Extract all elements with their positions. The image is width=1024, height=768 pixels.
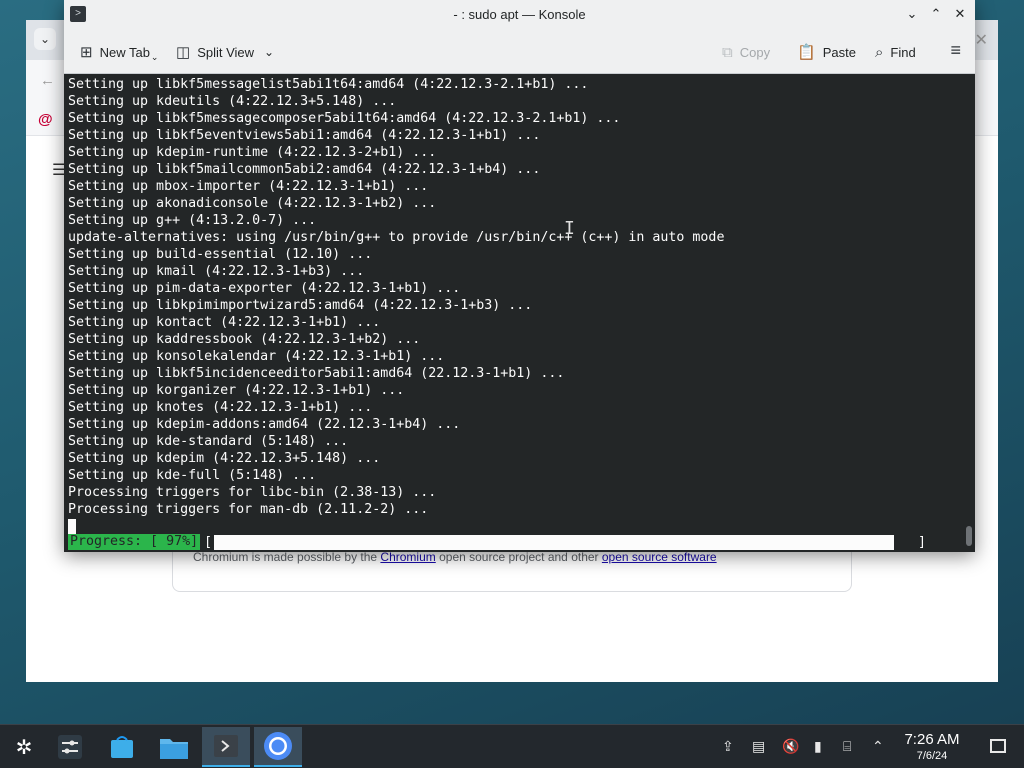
terminal-line: Setting up konsolekalendar (4:22.12.3-1+…	[68, 349, 445, 364]
text-cursor-ibeam-icon: I	[564, 218, 575, 239]
find-label: Find	[890, 44, 916, 60]
terminal-line: Setting up knotes (4:22.12.3-1+b1) ...	[68, 400, 373, 415]
progress-bar	[214, 535, 894, 550]
paste-label: Paste	[822, 44, 856, 60]
network-icon[interactable]: ⌸	[843, 738, 851, 755]
copy-button[interactable]: ⧉ Copy	[722, 40, 770, 64]
terminal-scrollbar[interactable]	[963, 74, 975, 552]
terminal-line: Setting up libkpimimportwizard5:amd64 (4…	[68, 298, 533, 313]
copy-icon: ⧉	[722, 43, 733, 61]
terminal-line: Setting up kde-full (5:148) ...	[68, 468, 317, 483]
clipboard-icon[interactable]: ▤	[752, 738, 765, 755]
task-system-settings[interactable]	[46, 727, 94, 767]
terminal-line: Processing triggers for libc-bin (2.38-1…	[68, 485, 437, 500]
terminal-line: Setting up kdepim-runtime (4:22.12.3-2+b…	[68, 145, 437, 160]
terminal-line: Setting up mbox-importer (4:22.12.3-1+b1…	[68, 179, 429, 194]
window-title: - : sudo apt — Konsole	[453, 7, 586, 22]
terminal-line: Setting up libkf5eventviews5abi1:amd64 (…	[68, 128, 541, 143]
search-icon: ⌕	[875, 43, 884, 61]
terminal-line: Setting up build-essential (12.10) ...	[68, 247, 373, 262]
terminal-line: Setting up pim-data-exporter (4:22.12.3-…	[68, 281, 461, 296]
task-chromium[interactable]	[254, 727, 302, 767]
close-icon[interactable]: ✕	[950, 4, 970, 24]
terminal-lines: Setting up libkf5messagelist5abi1t64:amd…	[68, 76, 963, 518]
back-arrow-icon[interactable]: ←	[40, 72, 55, 89]
clock-time[interactable]: 7:26 AM	[896, 731, 968, 748]
terminal-output[interactable]: Setting up libkf5messagelist5abi1t64:amd…	[64, 74, 963, 552]
find-button[interactable]: ⌕ Find	[875, 40, 916, 64]
new-tab-button[interactable]: ⊞ New Tab ⌄	[80, 40, 158, 64]
new-tab-label: New Tab	[99, 44, 150, 60]
folder-icon	[160, 739, 188, 759]
chromium-link[interactable]: Chromium	[380, 550, 435, 564]
terminal-line: Setting up kaddressbook (4:22.12.3-1+b2)…	[68, 332, 421, 347]
open-source-software-link[interactable]: open source software	[602, 550, 717, 564]
chromium-icon	[264, 732, 292, 760]
task-konsole[interactable]	[202, 727, 250, 767]
taskbar-panel: ✲ ⇪ ▤ 🔇 ▮ ⌸ ⌃ 7:26 AM 7/6/24	[0, 724, 1024, 768]
terminal-line: Setting up kdepim-addons:amd64 (22.12.3-…	[68, 417, 461, 432]
credit-line: Chromium is made possible by the Chromiu…	[193, 550, 717, 564]
terminal-line: Setting up kmail (4:22.12.3-1+b3) ...	[68, 264, 365, 279]
progress-label: Progress: [ 97%]	[68, 534, 201, 550]
chromium-close-icon[interactable]: ✕	[975, 30, 988, 50]
terminal-line: update-alternatives: using /usr/bin/g++ …	[68, 230, 725, 245]
hamburger-menu-icon[interactable]: ≡	[950, 40, 961, 61]
task-discover[interactable]	[98, 727, 146, 767]
progress-close-bracket: ]	[918, 535, 927, 550]
task-dolphin[interactable]	[150, 727, 198, 767]
terminal-line: Setting up kontact (4:22.12.3-1+b1) ...	[68, 315, 381, 330]
paste-icon: 📋	[797, 44, 816, 61]
update-notifier-icon[interactable]: ⇪	[722, 738, 734, 755]
terminal-line: Setting up libkf5messagelist5abi1t64:amd…	[68, 77, 589, 92]
show-desktop-icon[interactable]	[990, 739, 1006, 753]
terminal-line: Setting up akonadiconsole (4:22.12.3-1+b…	[68, 196, 437, 211]
minimize-icon[interactable]: ⌄	[902, 4, 922, 24]
maximize-icon[interactable]: ⌃	[926, 4, 946, 24]
tab-search-chevron-down-icon[interactable]: ⌄	[34, 28, 56, 50]
konsole-toolbar: ⊞ New Tab ⌄ ◫ Split View ⌄ ⧉ Copy 📋 Past…	[64, 29, 975, 74]
konsole-window: > - : sudo apt — Konsole ⌄ ⌃ ✕ ⊞ New Tab…	[64, 0, 975, 552]
discover-store-icon	[111, 736, 133, 758]
credit-middle: open source project and other	[435, 550, 602, 564]
new-tab-icon: ⊞	[80, 44, 93, 61]
credit-prefix: Chromium is made possible by the	[193, 550, 381, 564]
battery-icon[interactable]: ▮	[814, 738, 822, 755]
debian-logo-icon[interactable]: @	[38, 111, 53, 128]
terminal-cursor	[68, 519, 76, 534]
terminal-line: Setting up g++ (4:13.2.0-7) ...	[68, 213, 317, 228]
terminal-line: Setting up kdeutils (4:22.12.3+5.148) ..…	[68, 94, 397, 109]
split-view-label: Split View	[197, 44, 255, 60]
paste-button[interactable]: 📋 Paste	[797, 40, 856, 64]
split-view-icon: ◫	[176, 44, 191, 61]
terminal-line: Setting up kdepim (4:22.12.3+5.148) ...	[68, 451, 381, 466]
terminal-line: Setting up libkf5mailcommon5abi2:amd64 (…	[68, 162, 541, 177]
system-settings-icon	[58, 735, 82, 759]
chevron-down-icon: ⌄	[264, 45, 275, 59]
application-launcher[interactable]: ✲	[0, 727, 48, 767]
scrollbar-thumb[interactable]	[966, 526, 972, 546]
kde-launcher-icon: ✲	[15, 736, 33, 759]
terminal-line: Setting up korganizer (4:22.12.3-1+b1) .…	[68, 383, 405, 398]
terminal-line: Setting up libkf5incidenceeditor5abi1:am…	[68, 366, 565, 381]
new-tab-dropdown-icon: ⌄	[150, 51, 159, 62]
tray-expand-chevron-up-icon[interactable]: ⌃	[872, 738, 884, 755]
terminal-line: Setting up libkf5messagecomposer5abi1t64…	[68, 111, 621, 126]
split-view-button[interactable]: ◫ Split View ⌄	[176, 40, 274, 64]
terminal-line: Processing triggers for man-db (2.11.2-2…	[68, 502, 429, 517]
clock-date[interactable]: 7/6/24	[896, 750, 968, 762]
terminal-cursor-line	[68, 518, 963, 535]
volume-muted-icon[interactable]: 🔇	[782, 738, 799, 755]
copy-label: Copy	[739, 44, 771, 60]
terminal-line: Setting up kde-standard (5:148) ...	[68, 434, 349, 449]
title-bar[interactable]: > - : sudo apt — Konsole ⌄ ⌃ ✕	[64, 0, 975, 29]
progress-open-bracket: [	[204, 535, 213, 550]
konsole-icon	[214, 735, 238, 757]
apt-progress-row: Progress: [ 97%] [ ]	[68, 534, 958, 551]
